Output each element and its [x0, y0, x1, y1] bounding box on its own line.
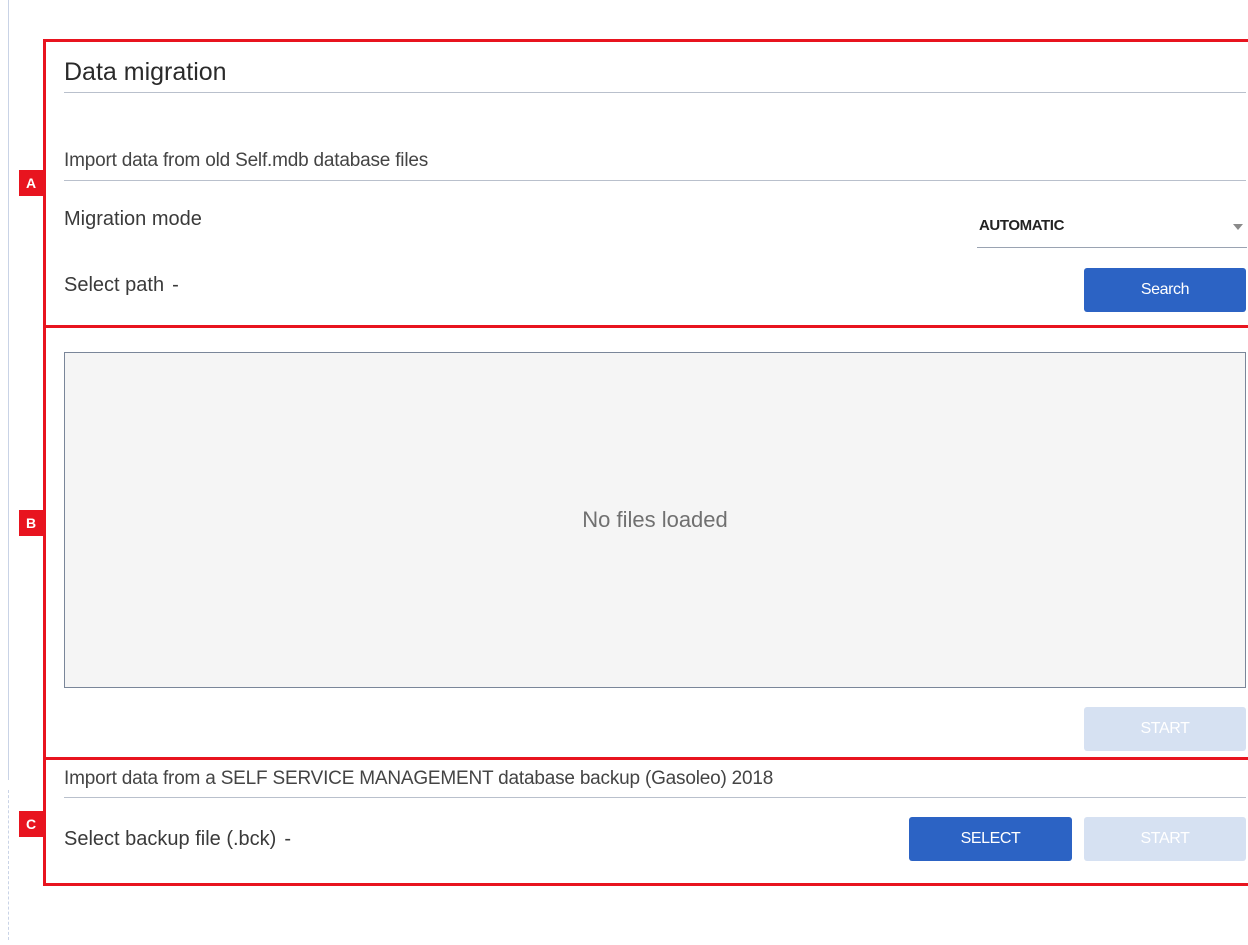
left-edge-rule — [8, 0, 9, 780]
annotation-marker-b: B — [19, 510, 43, 536]
search-button[interactable]: Search — [1084, 268, 1246, 312]
mdb-import-divider — [64, 180, 1246, 181]
migration-mode-value: AUTOMATIC — [979, 217, 1065, 234]
select-path-label: Select path — [64, 274, 165, 296]
page-title: Data migration — [64, 58, 227, 86]
start-backup-import-button[interactable]: START — [1084, 817, 1246, 861]
files-empty-message: No files loaded — [582, 507, 728, 532]
chevron-down-icon — [1233, 224, 1243, 230]
start-migration-button[interactable]: START — [1084, 707, 1246, 751]
mdb-import-subtitle: Import data from old Self.mdb database f… — [64, 150, 429, 171]
migration-mode-select[interactable]: AUTOMATIC — [977, 208, 1247, 248]
left-edge-rule-dashed — [8, 790, 9, 940]
title-divider — [64, 92, 1246, 93]
select-backup-label: Select backup file (.bck) — [64, 828, 277, 850]
select-backup-button[interactable]: SELECT — [909, 817, 1072, 861]
backup-import-divider — [64, 797, 1246, 798]
select-path-row: Select path - — [64, 274, 179, 297]
select-backup-row: Select backup file (.bck) - — [64, 828, 291, 851]
files-list-panel: No files loaded — [64, 352, 1246, 688]
migration-mode-label: Migration mode — [64, 208, 202, 230]
annotation-marker-c: C — [19, 811, 43, 837]
select-path-value: - — [172, 274, 179, 296]
select-backup-value: - — [284, 828, 291, 850]
backup-import-subtitle: Import data from a SELF SERVICE MANAGEME… — [64, 768, 774, 789]
annotation-marker-a: A — [19, 170, 43, 196]
